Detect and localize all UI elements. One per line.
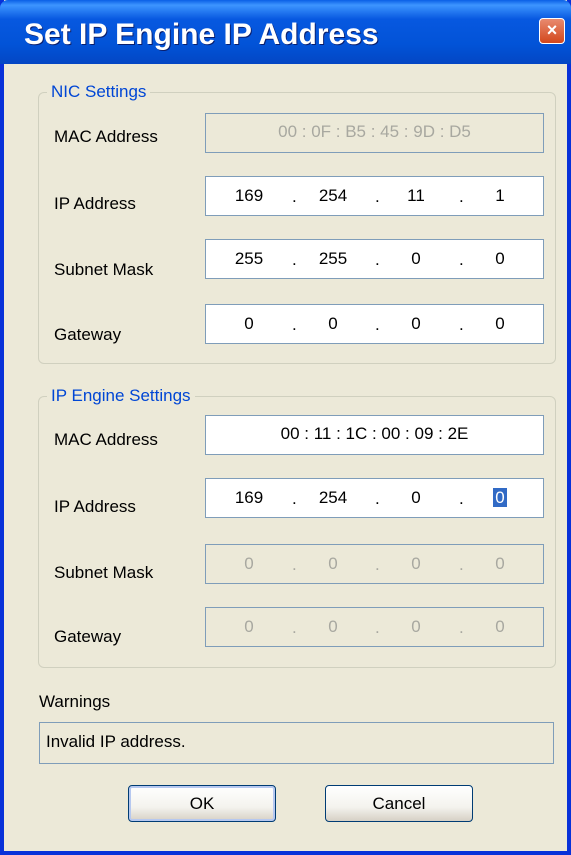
nic-gateway-octet-3[interactable]: 0 bbox=[393, 314, 439, 334]
ip-dot: . bbox=[375, 315, 380, 334]
engine-ip-octet-4-selection: 0 bbox=[493, 488, 507, 507]
ip-dot: . bbox=[375, 555, 380, 574]
nic-gateway-field[interactable]: 0 . 0 . 0 . 0 bbox=[205, 304, 544, 344]
title-bar[interactable]: Set IP Engine IP Address × bbox=[0, 0, 571, 64]
engine-ip-octet-4[interactable]: 0 bbox=[477, 488, 523, 508]
engine-ip-field[interactable]: 169 . 254 . 0 . 0 bbox=[205, 478, 544, 518]
engine-gateway-octet-2: 0 bbox=[328, 617, 338, 636]
ip-dot: . bbox=[459, 618, 464, 637]
nic-settings-legend: NIC Settings bbox=[47, 81, 151, 103]
nic-ip-octet-1[interactable]: 169 bbox=[226, 186, 272, 206]
cancel-button[interactable]: Cancel bbox=[325, 785, 473, 822]
ip-dot: . bbox=[292, 187, 297, 206]
nic-gateway-octet-1[interactable]: 0 bbox=[226, 314, 272, 334]
ip-dot: . bbox=[459, 555, 464, 574]
engine-mask-octet-3: 0 bbox=[411, 554, 421, 573]
ip-dot: . bbox=[292, 250, 297, 269]
nic-mac-field: 00 : 0F : B5 : 45 : 9D : D5 bbox=[205, 113, 544, 153]
ip-dot: . bbox=[292, 618, 297, 637]
ip-dot: . bbox=[292, 555, 297, 574]
engine-gateway-octet-3: 0 bbox=[411, 617, 421, 636]
ip-dot: . bbox=[459, 315, 464, 334]
engine-ip-label: IP Address bbox=[54, 497, 136, 516]
ok-button[interactable]: OK bbox=[128, 785, 276, 822]
engine-ip-octet-1[interactable]: 169 bbox=[226, 488, 272, 508]
nic-mask-octet-4[interactable]: 0 bbox=[477, 249, 523, 269]
nic-gateway-octet-4[interactable]: 0 bbox=[477, 314, 523, 334]
nic-mask-field[interactable]: 255 . 255 . 0 . 0 bbox=[205, 239, 544, 279]
ip-dot: . bbox=[375, 618, 380, 637]
nic-ip-field[interactable]: 169 . 254 . 11 . 1 bbox=[205, 176, 544, 216]
ip-dot: . bbox=[459, 250, 464, 269]
nic-ip-octet-2[interactable]: 254 bbox=[310, 186, 356, 206]
engine-mac-field[interactable]: 00 : 11 : 1C : 00 : 09 : 2E bbox=[205, 415, 544, 455]
engine-gateway-label: Gateway bbox=[54, 627, 122, 646]
engine-mask-octet-2: 0 bbox=[328, 554, 338, 573]
engine-gateway-field: 0 . 0 . 0 . 0 bbox=[205, 607, 544, 647]
engine-mask-octet-4: 0 bbox=[495, 554, 505, 573]
engine-ip-octet-2[interactable]: 254 bbox=[310, 488, 356, 508]
nic-ip-label: IP Address bbox=[54, 194, 136, 213]
ip-dot: . bbox=[292, 489, 297, 508]
nic-gateway-octet-2[interactable]: 0 bbox=[310, 314, 356, 334]
engine-mac-label: MAC Address bbox=[54, 430, 158, 449]
nic-ip-octet-3[interactable]: 11 bbox=[393, 186, 439, 206]
ip-engine-settings-legend: IP Engine Settings bbox=[47, 385, 195, 407]
close-icon: × bbox=[546, 20, 558, 40]
dialog-window: Set IP Engine IP Address × NIC Settings … bbox=[0, 0, 571, 855]
warnings-label: Warnings bbox=[39, 692, 111, 711]
warnings-box: Invalid IP address. bbox=[39, 722, 554, 764]
nic-mask-octet-1[interactable]: 255 bbox=[226, 249, 272, 269]
ip-dot: . bbox=[292, 315, 297, 334]
ip-dot: . bbox=[459, 187, 464, 206]
ip-dot: . bbox=[375, 250, 380, 269]
engine-mask-octet-1: 0 bbox=[244, 554, 254, 573]
engine-gateway-octet-1: 0 bbox=[244, 617, 254, 636]
nic-mask-octet-3[interactable]: 0 bbox=[393, 249, 439, 269]
engine-ip-octet-3[interactable]: 0 bbox=[393, 488, 439, 508]
window-title: Set IP Engine IP Address bbox=[24, 18, 379, 51]
engine-gateway-octet-4: 0 bbox=[495, 617, 505, 636]
nic-mask-octet-2[interactable]: 255 bbox=[310, 249, 356, 269]
nic-ip-octet-4[interactable]: 1 bbox=[477, 186, 523, 206]
ip-dot: . bbox=[459, 489, 464, 508]
nic-mac-label: MAC Address bbox=[54, 127, 158, 146]
ip-dot: . bbox=[375, 187, 380, 206]
engine-mask-label: Subnet Mask bbox=[54, 563, 154, 582]
close-button[interactable]: × bbox=[539, 18, 565, 44]
nic-gateway-label: Gateway bbox=[54, 325, 122, 344]
ip-dot: . bbox=[375, 489, 380, 508]
nic-mask-label: Subnet Mask bbox=[54, 260, 154, 279]
engine-mask-field: 0 . 0 . 0 . 0 bbox=[205, 544, 544, 584]
